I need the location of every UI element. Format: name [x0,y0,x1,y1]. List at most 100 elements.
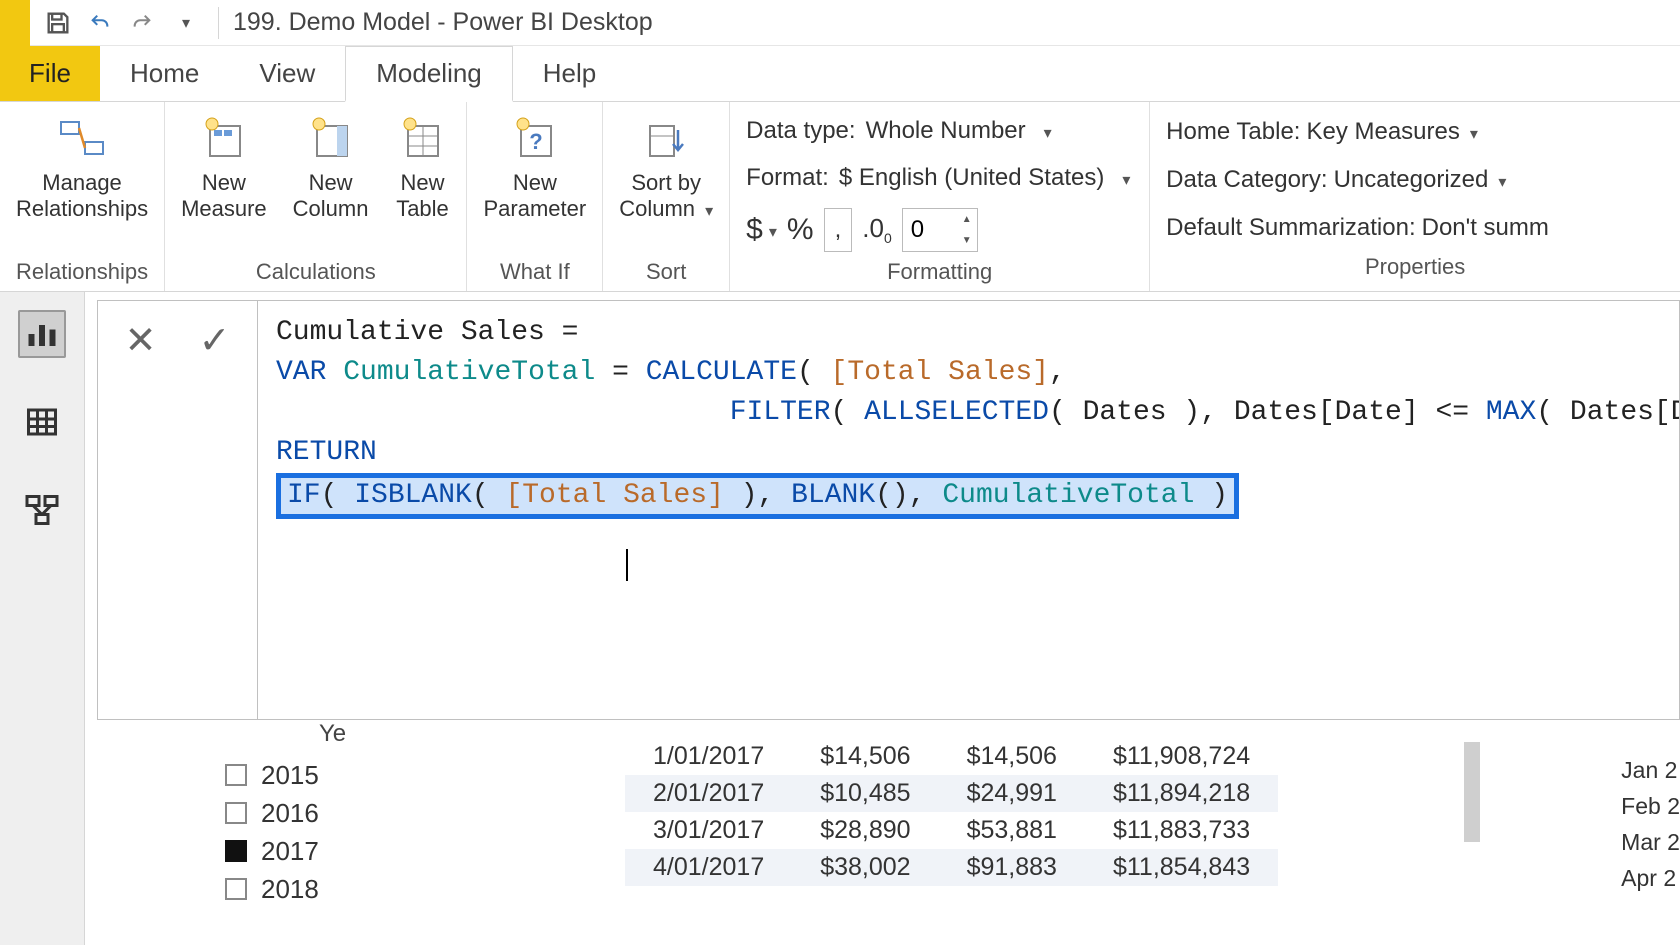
value: $ English (United States) [839,164,1104,192]
text-cursor [626,549,628,581]
data-table[interactable]: 1/01/2017$14,506$14,506$11,908,7242/01/2… [625,738,1278,886]
decimal-places-stepper[interactable]: ▲▼ [902,208,978,252]
report-view-icon[interactable] [18,310,66,358]
table-cell: $11,883,733 [1085,812,1278,849]
cancel-formula-button[interactable]: ✕ [116,315,166,365]
label: New Column [293,170,369,223]
percent-button[interactable]: % [787,213,814,247]
highlighted-expression: IF( ISBLANK( [Total Sales] ), BLANK(), C… [276,473,1239,519]
table-cell: $14,506 [792,738,938,775]
save-icon[interactable] [44,9,72,37]
relationships-icon [54,112,110,166]
label: Format: [746,164,829,192]
table-cell: $14,506 [939,738,1085,775]
scrollbar-thumb[interactable] [1464,742,1480,842]
ribbon-group-properties: Home Table: Key Measures Data Category: … [1150,102,1680,291]
label: Sort by Column [619,170,713,223]
undo-icon[interactable] [86,9,114,37]
menu-tabs: File Home View Modeling Help [0,46,1680,102]
table-cell: $28,890 [792,812,938,849]
label: Manage Relationships [16,170,148,223]
table-cell: $38,002 [792,849,938,886]
year-label: 2015 [261,760,319,791]
checkbox[interactable] [225,764,247,786]
formula-editor[interactable]: Cumulative Sales = VAR CumulativeTotal =… [258,301,1679,719]
data-type-dropdown[interactable]: Data type: Whole Number [746,108,1133,154]
tab-file[interactable]: File [0,46,100,101]
group-label: Calculations [175,257,456,291]
slicer-header: Ye [319,720,346,748]
redo-icon[interactable] [128,9,156,37]
table-row[interactable]: 3/01/2017$28,890$53,881$11,883,733 [625,812,1278,849]
new-column-button[interactable]: New Column [287,108,375,227]
year-option[interactable]: 2018 [225,870,346,908]
group-label: Relationships [10,257,154,291]
chevron-down-icon [765,216,777,244]
window-title: 199. Demo Model - Power BI Desktop [233,8,653,37]
legend-item: Mar 2 [1621,824,1680,860]
year-label: 2017 [261,836,319,867]
tab-view[interactable]: View [229,46,345,101]
tab-home[interactable]: Home [100,46,229,101]
group-label: Formatting [746,257,1133,291]
year-slicer[interactable]: Ye 2015 2016 2017 2018 [225,720,346,908]
ribbon-group-calculations: New Measure New Column New Table Calcula… [165,102,467,291]
year-label: 2018 [261,874,319,905]
group-label: Sort [613,257,719,291]
increment-icon[interactable]: ▲ [957,209,977,230]
chevron-down-icon [1466,118,1478,146]
checkbox[interactable] [225,802,247,824]
year-option[interactable]: 2015 [225,756,346,794]
sort-by-column-button[interactable]: Sort by Column [613,108,719,227]
currency-button[interactable]: $ [746,213,777,247]
table-cell: 4/01/2017 [625,849,792,886]
legend-item: Feb 2 [1621,788,1680,824]
chevron-down-icon [1118,164,1130,192]
chevron-down-icon [1040,117,1052,145]
left-nav [0,292,85,945]
new-table-button[interactable]: New Table [388,108,456,227]
table-row[interactable]: 4/01/2017$38,002$91,883$11,854,843 [625,849,1278,886]
tab-modeling[interactable]: Modeling [345,46,513,102]
label: New Table [396,170,449,223]
qat-dropdown-icon[interactable] [170,9,198,37]
ribbon-group-formatting: Data type: Whole Number Format: $ Englis… [730,102,1150,291]
decimal-places-input[interactable] [903,209,957,251]
ribbon-group-sort: Sort by Column Sort [603,102,730,291]
thousands-separator-button[interactable]: , [824,208,853,252]
table-cell: $11,894,218 [1085,775,1278,812]
label: Data type: [746,117,855,145]
data-category-dropdown[interactable]: Data Category: Uncategorized [1166,156,1664,204]
year-label: 2016 [261,798,319,829]
measure-icon [196,112,252,166]
table-cell: 1/01/2017 [625,738,792,775]
separator [218,7,219,39]
checkbox[interactable] [225,878,247,900]
year-option[interactable]: 2017 [225,832,346,870]
new-parameter-button[interactable]: ? New Parameter [477,108,592,227]
ribbon: Manage Relationships Relationships New M… [0,102,1680,292]
manage-relationships-button[interactable]: Manage Relationships [10,108,154,227]
format-dropdown[interactable]: Format: $ English (United States) [746,154,1133,200]
home-table-dropdown[interactable]: Home Table: Key Measures [1166,108,1664,156]
tab-help[interactable]: Help [513,46,626,101]
commit-formula-button[interactable]: ✓ [190,315,240,365]
main-area: Cal ✕ ✓ Cumulative Sales = VAR Cumulativ… [0,292,1680,945]
group-label: What If [477,257,592,291]
data-view-icon[interactable] [18,398,66,446]
table-row[interactable]: 1/01/2017$14,506$14,506$11,908,724 [625,738,1278,775]
decrement-icon[interactable]: ▼ [957,230,977,251]
year-option[interactable]: 2016 [225,794,346,832]
svg-text:?: ? [529,129,542,154]
chart-legend-fragment: Jan 2Feb 2Mar 2Apr 2 [1621,752,1680,896]
checkbox[interactable] [225,840,247,862]
model-view-icon[interactable] [18,486,66,534]
label: New Measure [181,170,267,223]
summarization-dropdown[interactable]: Default Summarization: Don't summ [1166,204,1664,252]
table-row[interactable]: 2/01/2017$10,485$24,991$11,894,218 [625,775,1278,812]
table-cell: $11,908,724 [1085,738,1278,775]
title-bar: 199. Demo Model - Power BI Desktop [0,0,1680,46]
ribbon-group-whatif: ? New Parameter What If [467,102,603,291]
table-cell: $24,991 [939,775,1085,812]
new-measure-button[interactable]: New Measure [175,108,273,227]
